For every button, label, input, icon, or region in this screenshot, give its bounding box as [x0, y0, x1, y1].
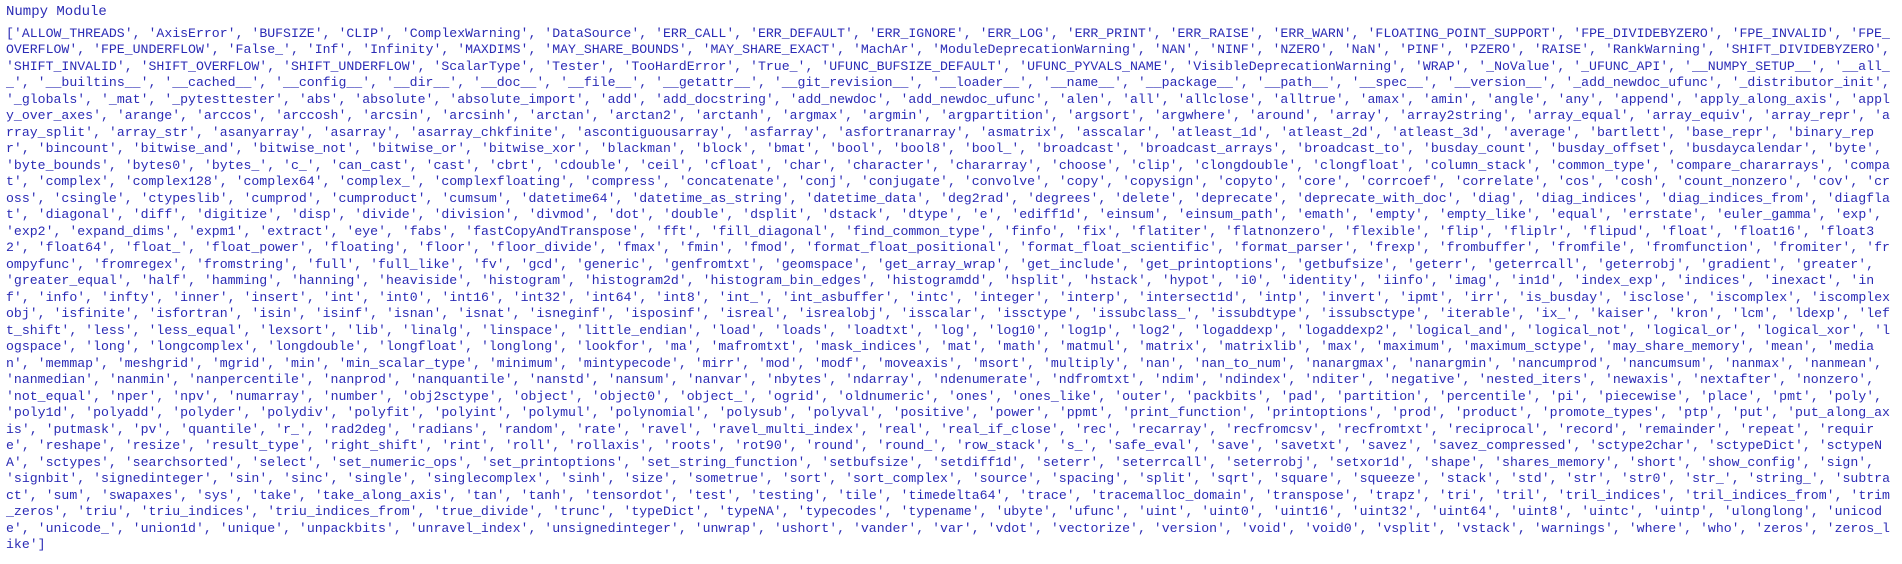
dir-output: ['ALLOW_THREADS', 'AxisError', 'BUFSIZE'…	[6, 26, 1896, 554]
module-heading: Numpy Module	[6, 4, 1896, 22]
